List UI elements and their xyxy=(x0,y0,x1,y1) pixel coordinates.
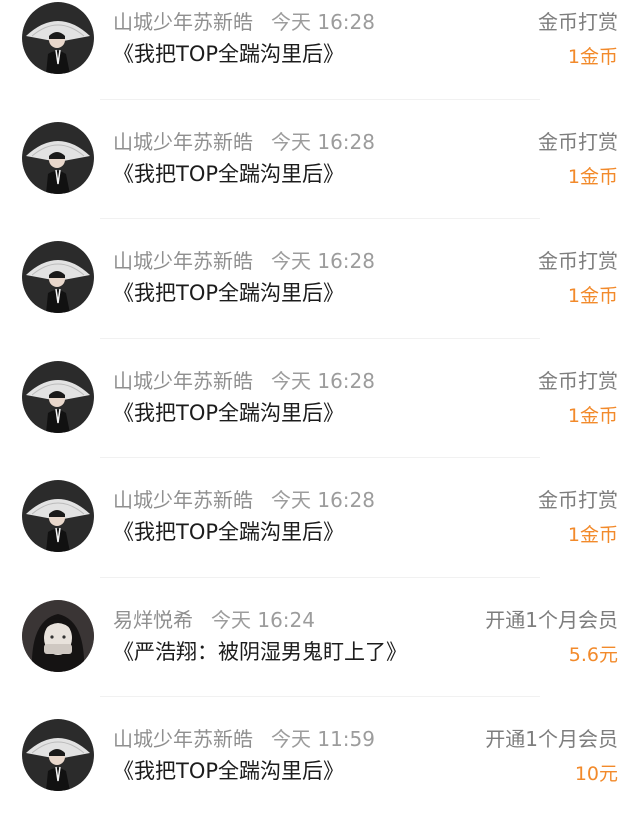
reward-record-list: 山城少年苏新皓 今天 16:28 《我把TOP全踹沟里后》 金币打赏 1金币 山城… xyxy=(0,0,640,817)
avatar[interactable] xyxy=(22,480,94,552)
amount-value: 1金币 xyxy=(567,524,618,546)
action-label: 金币打赏 xyxy=(538,368,618,393)
novel-title[interactable]: 《我把TOP全踹沟里后》 xyxy=(113,277,344,307)
username[interactable]: 易烊悦希 今天 16:24 xyxy=(113,604,315,633)
list-item[interactable]: 山城少年苏新皓 今天 16:28 《我把TOP全踹沟里后》 金币打赏 1金币 xyxy=(0,0,640,100)
list-item[interactable]: 易烊悦希 今天 16:24 《严浩翔：被阴湿男鬼盯上了》 开通1个月会员 5.6元 xyxy=(0,578,640,697)
umbrella-portrait-icon xyxy=(22,121,94,194)
username[interactable]: 山城少年苏新皓 今天 16:28 xyxy=(113,484,375,513)
timestamp: 今天 16:28 xyxy=(271,129,375,154)
timestamp: 今天 16:28 xyxy=(271,10,375,34)
avatar[interactable] xyxy=(22,241,94,313)
amount-value: 1金币 xyxy=(567,165,618,188)
amount-value: 1金币 xyxy=(567,285,618,307)
timestamp: 今天 16:28 xyxy=(271,368,375,393)
avatar[interactable] xyxy=(22,121,94,194)
timestamp: 今天 16:28 xyxy=(271,488,375,512)
umbrella-portrait-icon xyxy=(22,360,94,433)
avatar[interactable] xyxy=(22,360,94,433)
novel-title[interactable]: 《我把TOP全踹沟里后》 xyxy=(113,158,344,188)
girl-portrait-icon xyxy=(22,599,94,672)
umbrella-portrait-icon xyxy=(22,241,94,313)
novel-title[interactable]: 《严浩翔：被阴湿男鬼盯上了》 xyxy=(113,636,407,666)
amount-value: 1金币 xyxy=(567,404,618,427)
username[interactable]: 山城少年苏新皓 今天 11:59 xyxy=(113,723,375,752)
username[interactable]: 山城少年苏新皓 今天 16:28 xyxy=(113,6,375,35)
list-item[interactable]: 山城少年苏新皓 今天 16:28 《我把TOP全踹沟里后》 金币打赏 1金币 xyxy=(0,100,640,219)
novel-title[interactable]: 《我把TOP全踹沟里后》 xyxy=(113,397,344,427)
amount-value: 5.6元 xyxy=(568,643,618,666)
amount-value: 1金币 xyxy=(567,46,618,68)
avatar[interactable] xyxy=(22,2,94,74)
username[interactable]: 山城少年苏新皓 今天 16:28 xyxy=(113,245,375,274)
username[interactable]: 山城少年苏新皓 今天 16:28 xyxy=(113,126,375,155)
action-label: 开通1个月会员 xyxy=(485,607,618,632)
action-label: 金币打赏 xyxy=(538,249,618,273)
amount-value: 10元 xyxy=(574,763,618,785)
list-item[interactable]: 山城少年苏新皓 今天 11:59 《我把TOP全踹沟里后》 开通1个月会员 10元 xyxy=(0,697,640,817)
action-label: 金币打赏 xyxy=(538,488,618,512)
timestamp: 今天 16:24 xyxy=(211,607,315,632)
novel-title[interactable]: 《我把TOP全踹沟里后》 xyxy=(113,755,344,785)
list-item[interactable]: 山城少年苏新皓 今天 16:28 《我把TOP全踹沟里后》 金币打赏 1金币 xyxy=(0,458,640,578)
action-label: 金币打赏 xyxy=(538,129,618,154)
action-label: 开通1个月会员 xyxy=(485,727,618,751)
action-label: 金币打赏 xyxy=(538,10,618,34)
umbrella-portrait-icon xyxy=(22,480,94,552)
timestamp: 今天 16:28 xyxy=(271,249,375,273)
umbrella-portrait-icon xyxy=(22,2,94,74)
avatar[interactable] xyxy=(22,599,94,672)
timestamp: 今天 11:59 xyxy=(271,727,375,751)
novel-title[interactable]: 《我把TOP全踹沟里后》 xyxy=(113,516,344,546)
novel-title[interactable]: 《我把TOP全踹沟里后》 xyxy=(113,38,344,68)
list-item[interactable]: 山城少年苏新皓 今天 16:28 《我把TOP全踹沟里后》 金币打赏 1金币 xyxy=(0,219,640,339)
list-item[interactable]: 山城少年苏新皓 今天 16:28 《我把TOP全踹沟里后》 金币打赏 1金币 xyxy=(0,339,640,458)
avatar[interactable] xyxy=(22,719,94,791)
umbrella-portrait-icon xyxy=(22,719,94,791)
username[interactable]: 山城少年苏新皓 今天 16:28 xyxy=(113,365,375,394)
